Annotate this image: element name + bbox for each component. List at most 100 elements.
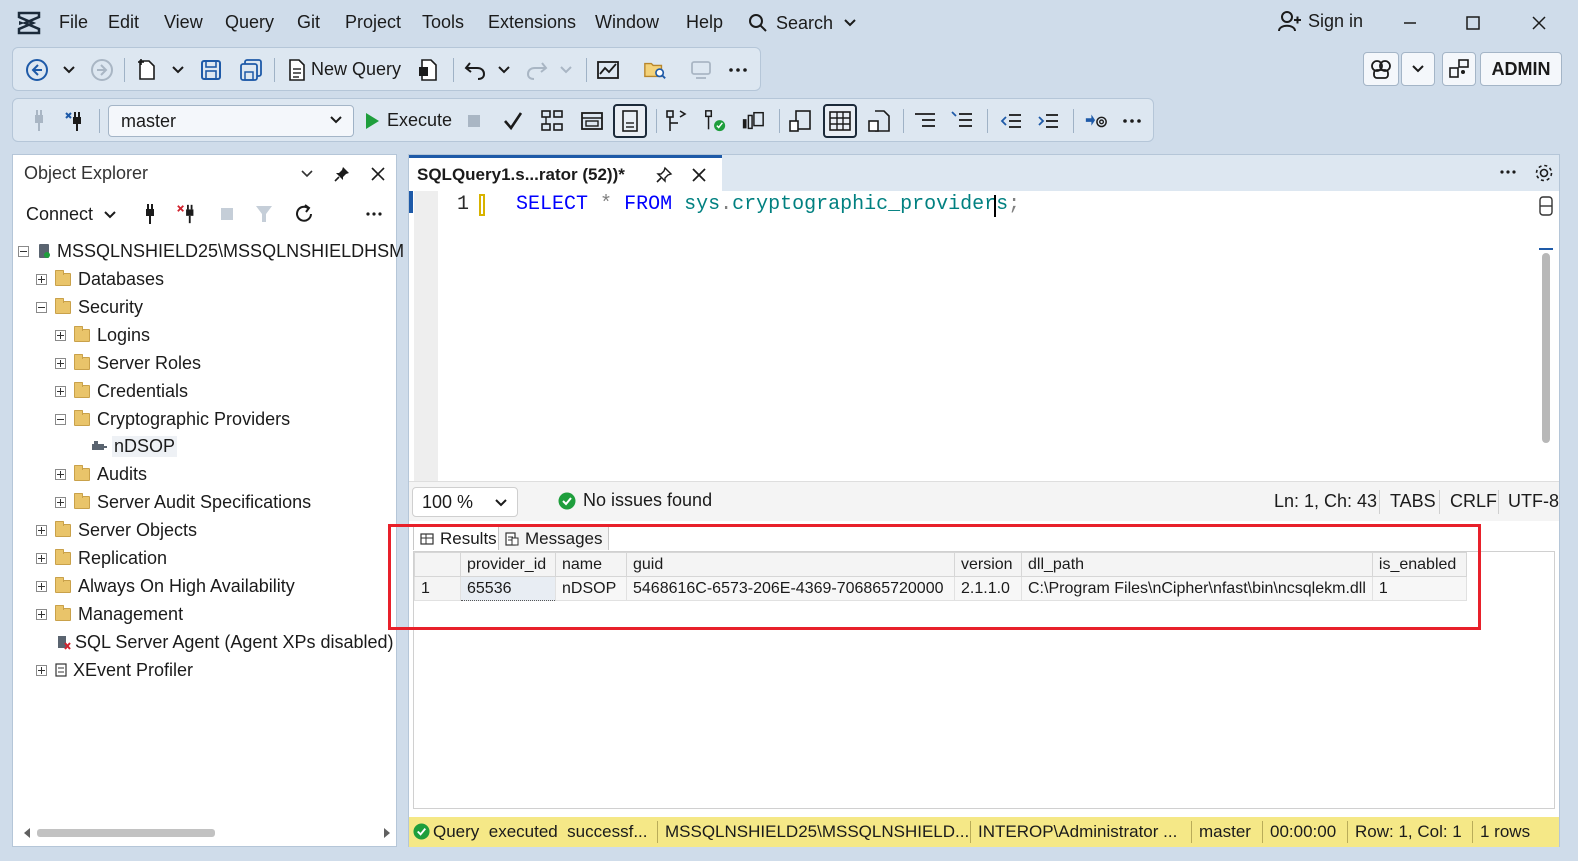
indent-mode[interactable]: TABS xyxy=(1390,491,1436,512)
issues-indicator[interactable]: No issues found xyxy=(558,490,712,511)
expand-icon[interactable] xyxy=(36,552,47,564)
tree-node-management[interactable]: Management xyxy=(36,602,183,626)
client-statistics-icon[interactable] xyxy=(788,109,812,133)
encoding[interactable]: UTF-8 xyxy=(1508,491,1559,512)
pin-icon[interactable] xyxy=(655,166,673,184)
specify-template-values-icon[interactable] xyxy=(1084,109,1108,133)
query-template-icon[interactable] xyxy=(416,58,440,82)
actual-plan-icon[interactable] xyxy=(703,109,727,133)
collapse-icon[interactable] xyxy=(18,245,29,257)
cursor-position[interactable]: Ln: 1, Ch: 43 xyxy=(1274,491,1377,512)
tree-node-replication[interactable]: Replication xyxy=(36,546,167,570)
expand-icon[interactable] xyxy=(55,357,66,369)
copilot-button[interactable] xyxy=(1363,52,1399,86)
tree-node-cryptographic-providers[interactable]: Cryptographic Providers xyxy=(55,407,290,431)
results-to-file-icon[interactable] xyxy=(867,109,891,133)
code-line[interactable]: SELECT * FROM sys.cryptographic_provider… xyxy=(516,193,1020,216)
database-select[interactable]: master xyxy=(108,105,354,137)
expand-icon[interactable] xyxy=(36,580,47,592)
undo-icon[interactable] xyxy=(463,58,487,82)
expand-icon[interactable] xyxy=(36,273,47,285)
panel-menu-chevron-icon[interactable] xyxy=(296,163,318,185)
close-panel-icon[interactable] xyxy=(367,163,389,185)
query-options-icon[interactable] xyxy=(580,109,604,133)
menu-project[interactable]: Project xyxy=(345,12,401,33)
comment-out-icon[interactable] xyxy=(913,109,937,133)
collapse-icon[interactable] xyxy=(55,413,66,425)
more-options-icon[interactable] xyxy=(363,203,385,225)
horizontal-scrollbar[interactable] xyxy=(23,823,391,843)
zoom-select[interactable]: 100 % xyxy=(412,487,518,517)
tree-node-ndsop[interactable]: nDSOP xyxy=(91,434,178,458)
expand-icon[interactable] xyxy=(36,608,47,620)
live-share-button[interactable] xyxy=(1442,52,1476,86)
new-item-icon[interactable] xyxy=(135,58,159,82)
menu-view[interactable]: View xyxy=(164,12,203,33)
back-dropdown-icon[interactable] xyxy=(57,58,81,82)
uncomment-icon[interactable] xyxy=(950,109,974,133)
activity-monitor-icon[interactable] xyxy=(596,58,620,82)
tab-overflow-icon[interactable] xyxy=(1499,169,1517,175)
pin-icon[interactable] xyxy=(331,163,353,185)
display-plan-icon[interactable] xyxy=(540,109,564,133)
sign-in-button[interactable]: Sign in xyxy=(1278,10,1363,32)
tree-node-databases[interactable]: Databases xyxy=(36,267,164,291)
change-connection-icon[interactable] xyxy=(64,109,88,133)
menu-file[interactable]: File xyxy=(59,12,88,33)
tree-node-server[interactable]: MSSQLNSHIELD25\MSSQLNSHIELDHSM (S xyxy=(18,239,427,263)
live-statistics-icon[interactable] xyxy=(741,109,765,133)
redo-dropdown-icon[interactable] xyxy=(554,58,578,82)
maximize-button[interactable] xyxy=(1458,10,1488,36)
tree-node-logins[interactable]: Logins xyxy=(55,323,150,347)
tree-node-always-on[interactable]: Always On High Availability xyxy=(36,574,295,598)
more-options-icon[interactable] xyxy=(1120,109,1144,133)
gear-icon[interactable] xyxy=(1534,163,1554,183)
forward-icon[interactable] xyxy=(90,58,114,82)
code-editor[interactable]: 1 SELECT * FROM sys.cryptographic_provid… xyxy=(409,191,1559,481)
tab-sqlquery1[interactable]: SQLQuery1.s...rator (52))* xyxy=(409,155,722,191)
connect-dropdown-button[interactable]: Connect xyxy=(26,204,117,225)
execute-icon[interactable] xyxy=(360,109,384,133)
increase-indent-icon[interactable] xyxy=(1036,109,1060,133)
menu-edit[interactable]: Edit xyxy=(108,12,139,33)
connect-plug-icon[interactable] xyxy=(139,203,161,225)
expand-icon[interactable] xyxy=(55,329,66,341)
menu-tools[interactable]: Tools xyxy=(422,12,464,33)
stop-icon[interactable] xyxy=(462,109,486,133)
tree-node-credentials[interactable]: Credentials xyxy=(55,379,188,403)
expand-icon[interactable] xyxy=(55,496,66,508)
decrease-indent-icon[interactable] xyxy=(999,109,1023,133)
redo-icon[interactable] xyxy=(525,58,549,82)
results-to-text-toggle[interactable] xyxy=(613,104,647,138)
tree-node-server-audit-specifications[interactable]: Server Audit Specifications xyxy=(55,490,311,514)
expand-icon[interactable] xyxy=(36,524,47,536)
close-tab-icon[interactable] xyxy=(691,167,707,183)
refresh-icon[interactable] xyxy=(293,203,315,225)
open-folder-search-icon[interactable] xyxy=(643,58,667,82)
menu-help[interactable]: Help xyxy=(686,12,723,33)
stop-icon[interactable] xyxy=(216,203,238,225)
line-ending[interactable]: CRLF xyxy=(1450,491,1497,512)
more-options-icon[interactable] xyxy=(726,58,750,82)
vertical-scrollbar[interactable] xyxy=(1539,195,1553,475)
tree-node-xevent-profiler[interactable]: XEvent Profiler xyxy=(36,658,193,682)
expand-icon[interactable] xyxy=(55,385,66,397)
disconnect-icon[interactable] xyxy=(176,203,198,225)
tree-node-security[interactable]: Security xyxy=(36,295,143,319)
menu-window[interactable]: Window xyxy=(595,12,659,33)
save-icon[interactable] xyxy=(199,58,223,82)
new-query-icon[interactable] xyxy=(284,58,308,82)
execute-button[interactable]: Execute xyxy=(387,110,452,131)
collapse-icon[interactable] xyxy=(36,301,47,313)
new-query-button[interactable]: New Query xyxy=(311,59,401,80)
disabled-tool-icon[interactable] xyxy=(689,58,713,82)
tree-node-sql-server-agent[interactable]: SQL Server Agent (Agent XPs disabled) xyxy=(55,630,394,654)
menu-git[interactable]: Git xyxy=(297,12,320,33)
expand-icon[interactable] xyxy=(36,664,47,676)
undo-dropdown-icon[interactable] xyxy=(492,58,516,82)
minimize-button[interactable] xyxy=(1395,10,1425,36)
expand-icon[interactable] xyxy=(55,468,66,480)
save-all-icon[interactable] xyxy=(239,58,263,82)
new-dropdown-icon[interactable] xyxy=(166,58,190,82)
estimated-plan-icon[interactable] xyxy=(664,109,688,133)
